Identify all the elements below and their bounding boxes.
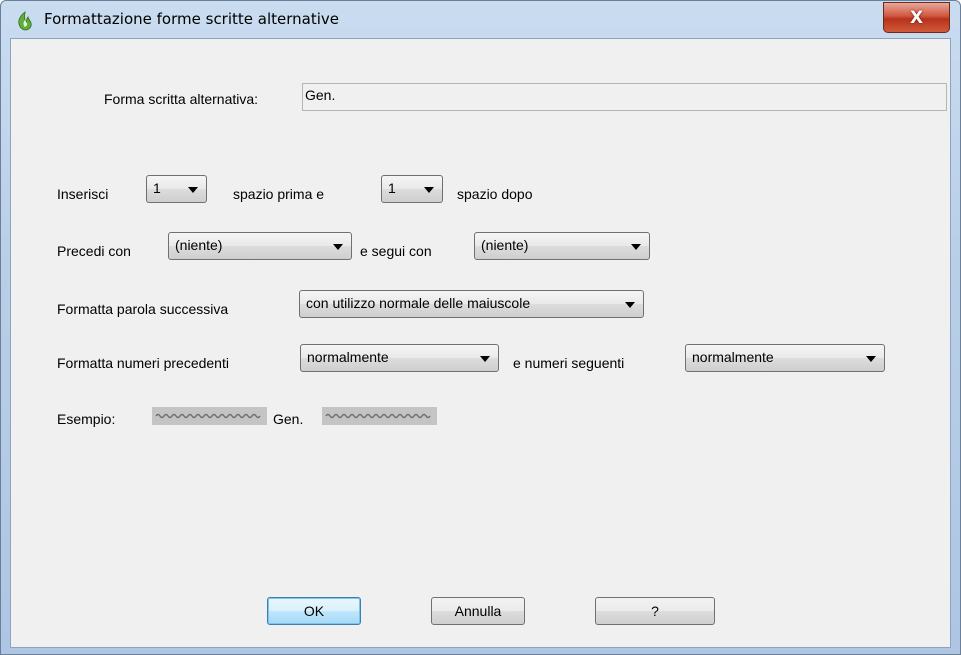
- example-text: Gen.: [273, 411, 304, 427]
- chevron-down-icon: [631, 244, 641, 250]
- alt-form-value: Gen.: [305, 87, 336, 103]
- space-before-value: 1: [153, 180, 161, 196]
- dialog-window: Formattazione forme scritte alternative …: [0, 0, 961, 655]
- precede-select[interactable]: (niente): [168, 232, 352, 260]
- title-bar[interactable]: Formattazione forme scritte alternative …: [1, 1, 960, 38]
- space-after-select[interactable]: 1: [381, 175, 443, 203]
- follow-value: (niente): [481, 237, 529, 253]
- ok-button[interactable]: OK: [267, 597, 361, 625]
- space-before-select[interactable]: 1: [146, 175, 207, 203]
- space-after-value: 1: [388, 180, 396, 196]
- help-button-label: ?: [651, 603, 659, 619]
- follow-select[interactable]: (niente): [474, 232, 650, 260]
- precede-label: Precedi con: [57, 243, 131, 259]
- numbers-preceding-select[interactable]: normalmente: [300, 344, 499, 372]
- cancel-button[interactable]: Annulla: [431, 597, 525, 625]
- alt-form-field[interactable]: Gen.: [302, 83, 947, 111]
- chevron-down-icon: [188, 187, 198, 193]
- numbers-preceding-label: Formatta numeri precedenti: [57, 355, 229, 371]
- chevron-down-icon: [625, 302, 635, 308]
- example-placeholder-after: [322, 407, 437, 425]
- flame-icon: [18, 11, 32, 31]
- chevron-down-icon: [480, 356, 490, 362]
- ok-button-label: OK: [303, 603, 325, 619]
- numbers-following-value: normalmente: [692, 349, 774, 365]
- close-button[interactable]: X: [883, 2, 950, 33]
- cancel-button-label: Annulla: [454, 603, 502, 619]
- next-word-select[interactable]: con utilizzo normale delle maiuscole: [299, 290, 644, 318]
- numbers-following-label: e numeri seguenti: [513, 355, 625, 371]
- numbers-following-select[interactable]: normalmente: [685, 344, 885, 372]
- help-button[interactable]: ?: [595, 597, 715, 625]
- insert-label: Inserisci: [57, 186, 109, 202]
- numbers-preceding-value: normalmente: [307, 349, 389, 365]
- next-word-value: con utilizzo normale delle maiuscole: [306, 295, 531, 311]
- next-word-label: Formatta parola successiva: [57, 301, 229, 317]
- precede-value: (niente): [175, 237, 223, 253]
- example-label: Esempio:: [57, 411, 116, 427]
- chevron-down-icon: [866, 356, 876, 362]
- space-after-label: spazio dopo: [457, 186, 533, 202]
- alt-form-label: Forma scritta alternativa:: [104, 91, 259, 107]
- chevron-down-icon: [424, 187, 434, 193]
- follow-label: e segui con: [360, 243, 432, 259]
- window-title: Formattazione forme scritte alternative: [44, 10, 340, 28]
- example-placeholder-before: [152, 407, 267, 425]
- space-before-label: spazio prima e: [233, 186, 325, 202]
- close-icon: X: [909, 7, 924, 28]
- dialog-body: Forma scritta alternativa: Gen. Inserisc…: [10, 38, 951, 648]
- chevron-down-icon: [333, 244, 343, 250]
